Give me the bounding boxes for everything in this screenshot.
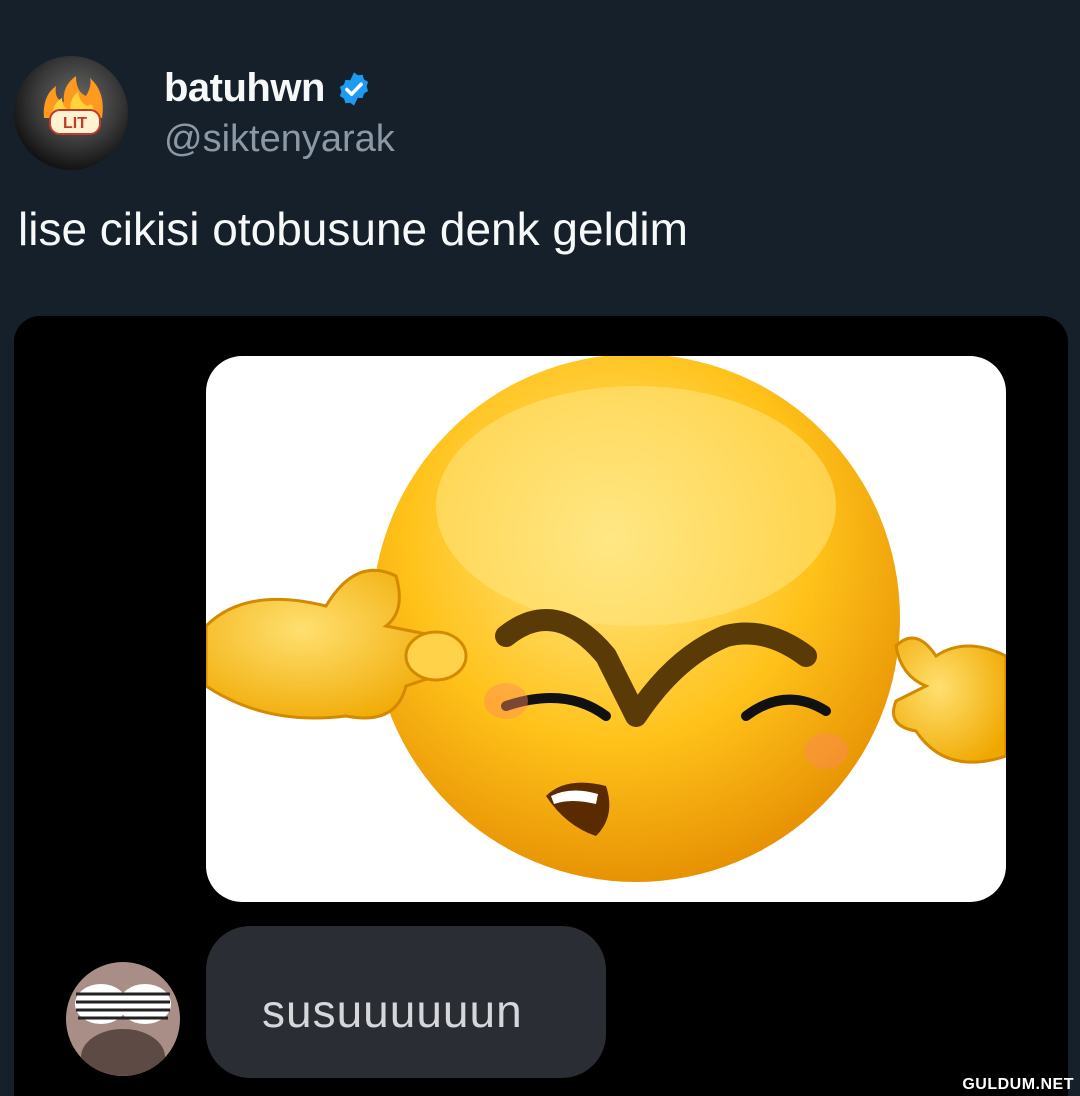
reply-avatar xyxy=(66,962,180,1076)
ears-plugged-emoji-icon xyxy=(206,356,1006,882)
user-handle[interactable]: @siktenyarak xyxy=(164,118,395,161)
verified-badge-icon xyxy=(339,71,369,106)
lit-fire-icon: LIT xyxy=(43,76,103,135)
shutter-shades-icon xyxy=(66,962,180,1076)
reply-message-bubble: susuuuuuun xyxy=(206,926,606,1078)
tweet-header: LIT batuhwn @siktenyarak xyxy=(14,56,1064,172)
svg-text:LIT: LIT xyxy=(63,115,87,132)
user-avatar[interactable]: LIT xyxy=(14,56,128,170)
name-row: batuhwn xyxy=(164,66,373,111)
tweet-text: lise cikisi otobusune denk geldim xyxy=(18,203,688,255)
emoji-image xyxy=(206,356,1006,902)
tweet-media[interactable]: susuuuuuun xyxy=(14,316,1068,1096)
display-name[interactable]: batuhwn xyxy=(164,66,325,111)
reply-message-text: susuuuuuun xyxy=(262,985,523,1037)
watermark: GULDUM.NET xyxy=(962,1076,1074,1093)
